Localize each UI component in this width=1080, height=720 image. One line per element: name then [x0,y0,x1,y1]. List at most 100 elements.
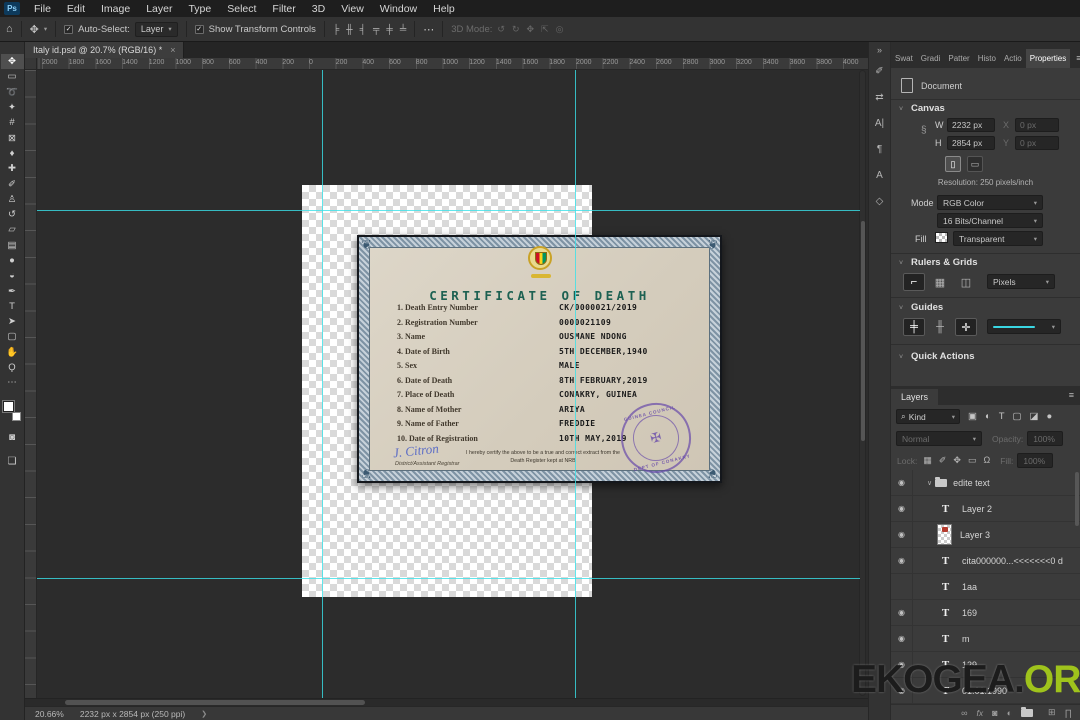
type-tool[interactable]: T [1,299,24,314]
filter-shape-layers-icon[interactable]: ▢ [1013,411,1022,422]
type-layer-icon[interactable]: T [937,631,954,646]
menu-image[interactable]: Image [93,0,138,17]
blur-tool[interactable]: ● [1,253,24,268]
ruler-units-dropdown[interactable]: Pixels ▾ [987,274,1055,289]
panel-tab-swat[interactable]: Swat [891,49,917,68]
lock-all-icon[interactable]: Ω [983,455,990,466]
guide-style-dropdown[interactable]: ▾ [987,319,1061,334]
layer-name[interactable]: cita000000...<<<<<<<0 d [962,556,1063,566]
panel-tab-gradi[interactable]: Gradi [917,49,945,68]
eraser-tool[interactable]: ▱ [1,222,24,237]
link-dimensions-icon[interactable]: § [921,125,927,136]
screen-mode-icon[interactable]: ❏ [1,454,24,469]
vertical-guide[interactable] [575,70,576,698]
visibility-eye-icon[interactable]: ◉ [891,496,913,521]
panel-menu-icon[interactable]: ≡ [1070,48,1080,68]
layer-row[interactable]: ◉ Tm [891,626,1080,652]
photoshop-logo-icon[interactable]: Ps [4,2,20,15]
align-center-h-icon[interactable]: ╫ [346,24,352,34]
background-color-swatch[interactable] [12,411,21,421]
layer-name[interactable]: 1aa [962,582,977,592]
ruler-toggle-icon[interactable]: ⌐ [903,273,925,291]
fill-transparency-swatch[interactable] [935,232,948,243]
filter-smart-objects-icon[interactable]: ◪ [1030,411,1039,422]
type-layer-icon[interactable]: T [937,501,954,516]
lock-transparency-icon[interactable]: ▦ [923,455,932,466]
lock-artboard-icon[interactable]: ▭ [968,455,977,466]
panel-tab-histo[interactable]: Histo [974,49,1000,68]
paragraph-panel-icon[interactable]: ¶ [869,136,890,162]
eyedropper-tool[interactable]: ♦ [1,146,24,161]
auto-select-checkbox[interactable]: ✓ [64,24,74,34]
healing-brush-tool[interactable]: ✚ [1,161,24,176]
clone-stamp-tool[interactable]: ♙ [1,192,24,207]
lock-pixels-icon[interactable]: ✐ [939,455,947,466]
landscape-orientation-button[interactable]: ▭ [967,156,983,172]
quick-mask-icon[interactable]: ◙ [1,430,24,445]
vertical-guide[interactable] [322,70,323,698]
lock-position-icon[interactable]: ✥ [953,455,961,466]
panel-tab-patter[interactable]: Patter [944,49,973,68]
chevron-down-icon[interactable]: ˅ [899,354,903,361]
history-brush-tool[interactable]: ↺ [1,207,24,222]
new-layer-icon[interactable]: ⊞ [1048,707,1056,718]
gradient-tool[interactable]: ▤ [1,238,24,253]
link-layers-icon[interactable]: ∞ [961,708,967,718]
chevron-down-icon[interactable]: ˅ [899,106,903,113]
layer-name[interactable]: m [962,634,970,644]
bit-depth-dropdown[interactable]: 16 Bits/Channel ▾ [937,213,1043,228]
type-layer-icon[interactable]: T [937,579,954,594]
panel-tab-actio[interactable]: Actio [1000,49,1026,68]
menu-type[interactable]: Type [180,0,219,17]
layer-group-icon[interactable] [1021,706,1034,717]
menu-view[interactable]: View [333,0,372,17]
visibility-eye-icon[interactable]: ◉ [891,548,913,573]
quick-selection-tool[interactable]: ✦ [1,100,24,115]
frame-tool[interactable]: ⊠ [1,130,24,145]
filter-pin-icon[interactable]: ● [1047,411,1053,422]
menu-edit[interactable]: Edit [59,0,93,17]
close-tab-icon[interactable]: × [170,45,175,55]
layer-row[interactable]: ◉ Layer 3 [891,522,1080,548]
guides-layout-icon[interactable]: ◫ [955,273,977,291]
layer-row[interactable]: ◉ Tcita000000...<<<<<<<0 d [891,548,1080,574]
layer-thumbnail[interactable] [937,524,952,545]
lasso-tool[interactable]: ➰ [1,85,24,100]
brush-tool[interactable]: ✐ [1,176,24,191]
horizontal-scrollbar[interactable] [25,698,868,706]
pen-tool[interactable]: ✒ [1,283,24,298]
layer-effects-icon[interactable]: fx [977,708,984,718]
align-top-icon[interactable]: ╤ [373,24,379,34]
chevron-down-icon[interactable]: ∨ [927,479,932,487]
status-chevron-icon[interactable]: ❯ [201,710,207,718]
path-selection-tool[interactable]: ➤ [1,314,24,329]
align-middle-icon[interactable]: ╪ [386,24,392,34]
certificate-image[interactable]: ❦ ❦ ❦ ❦ CERTIFICATE OF DEATH 1. Death En… [357,235,722,483]
canvas-fill-dropdown[interactable]: Transparent ▾ [953,231,1043,246]
foreground-color-swatch[interactable] [3,400,14,412]
tool-caret-icon[interactable]: ▾ [44,25,47,33]
panel-tab-properties[interactable]: Properties [1025,49,1071,68]
document-tab[interactable]: Italy id.psd @ 20.7% (RGB/16) * × [25,42,185,58]
menu-layer[interactable]: Layer [138,0,180,17]
libraries-panel-icon[interactable]: ◇ [869,188,890,214]
adjustment-layer-icon[interactable]: ◐ [1007,708,1012,718]
clear-guides-icon[interactable]: ✛ [955,318,977,336]
align-left-icon[interactable]: ╞ [333,24,339,34]
horizontal-guide[interactable] [37,210,860,211]
character-panel-icon[interactable]: A| [869,110,890,136]
menu-3d[interactable]: 3D [304,0,333,17]
lock-guides-icon[interactable]: ╫ [929,318,951,336]
chevron-down-icon[interactable]: ˅ [899,260,903,267]
horizontal-ruler[interactable]: 2000 1800 1600 1400 1200 1000 800 600 400 200 0 200… [37,58,868,70]
menu-window[interactable]: Window [372,0,425,17]
collapse-panels-icon[interactable]: » [869,42,890,58]
marquee-tool[interactable]: ▭ [1,69,24,84]
crop-tool[interactable]: # [1,115,24,130]
portrait-orientation-button[interactable]: ▯ [945,156,961,172]
align-right-icon[interactable]: ╡ [360,24,366,34]
layer-row[interactable]: ◉ ∨ edite text [891,470,1080,496]
horizontal-guide[interactable] [37,578,860,579]
layer-name[interactable]: Layer 2 [962,504,992,514]
menu-file[interactable]: File [26,0,59,17]
